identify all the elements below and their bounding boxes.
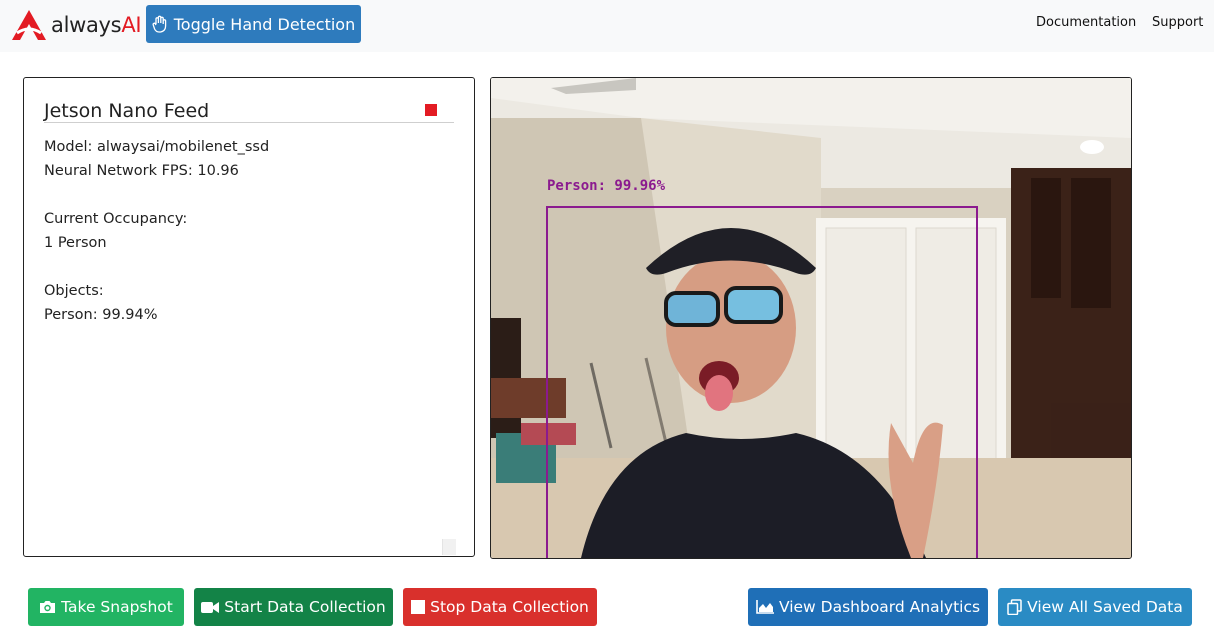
nav-support-link[interactable]: Support: [1152, 15, 1203, 30]
take-snapshot-button[interactable]: Take Snapshot: [28, 588, 184, 626]
stop-data-collection-label: Stop Data Collection: [430, 598, 589, 616]
camera-feed: Person: 99.96%: [490, 77, 1132, 559]
area-chart-icon: [756, 600, 774, 614]
view-all-saved-data-button[interactable]: View All Saved Data: [998, 588, 1192, 626]
toggle-hand-detection-label: Toggle Hand Detection: [173, 14, 356, 34]
stop-square-icon: [411, 600, 426, 614]
card-title: Jetson Nano Feed: [44, 100, 210, 122]
alwaysai-logo[interactable]: alwaysAI: [11, 8, 142, 42]
logo-text: alwaysAI: [51, 13, 142, 37]
occupancy-label: Current Occupancy:: [44, 211, 188, 227]
toggle-hand-detection-button[interactable]: Toggle Hand Detection: [146, 5, 361, 43]
objects-value: Person: 99.94%: [44, 307, 158, 323]
alwaysai-logo-icon: [12, 10, 46, 40]
stop-data-collection-button[interactable]: Stop Data Collection: [403, 588, 597, 626]
feed-info-card: Jetson Nano Feed Model: alwaysai/mobilen…: [23, 77, 475, 557]
recording-indicator-icon: [425, 104, 437, 116]
model-text: Model: alwaysai/mobilenet_ssd: [44, 139, 270, 155]
start-data-collection-button[interactable]: Start Data Collection: [194, 588, 393, 626]
detection-label: Person: 99.96%: [547, 178, 666, 194]
view-dashboard-analytics-button[interactable]: View Dashboard Analytics: [748, 588, 988, 626]
copy-icon: [1007, 599, 1022, 615]
occupancy-value: 1 Person: [44, 235, 107, 251]
video-camera-icon: [201, 601, 220, 614]
start-data-collection-label: Start Data Collection: [224, 598, 386, 616]
resize-handle[interactable]: [442, 539, 456, 555]
camera-icon: [39, 600, 56, 614]
camera-feed-image: [491, 78, 1131, 558]
nav-documentation-link[interactable]: Documentation: [1036, 15, 1136, 30]
hand-icon: [152, 15, 168, 33]
view-dashboard-analytics-label: View Dashboard Analytics: [778, 598, 981, 616]
objects-label: Objects:: [44, 283, 104, 299]
fps-text: Neural Network FPS: 10.96: [44, 163, 239, 179]
take-snapshot-label: Take Snapshot: [61, 598, 173, 616]
card-divider: [44, 122, 454, 123]
view-all-saved-data-label: View All Saved Data: [1027, 598, 1183, 616]
top-navbar: alwaysAI Toggle Hand Detection Documenta…: [0, 0, 1214, 52]
